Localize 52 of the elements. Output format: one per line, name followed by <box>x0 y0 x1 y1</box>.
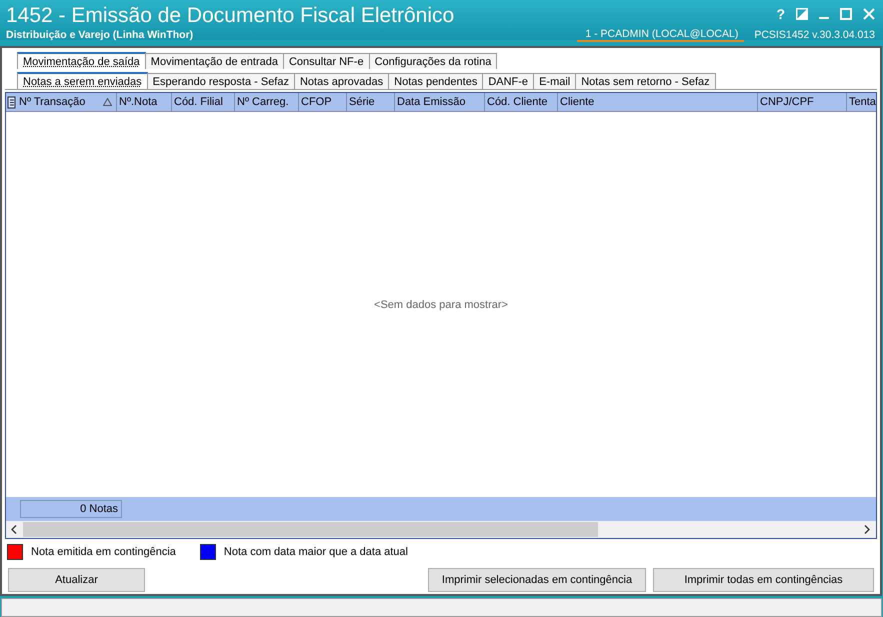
column-label: Data Emissão <box>397 96 466 108</box>
module-name: Distribuição e Varejo (Linha WinThor) <box>6 29 194 41</box>
close-icon[interactable] <box>863 8 875 20</box>
tab[interactable]: Movimentação de saída <box>17 52 146 69</box>
window-title: 1452 - Emissão de Documento Fiscal Eletrônico <box>6 4 454 28</box>
theme-icon[interactable] <box>796 8 808 20</box>
column-label: Nº Carreg. <box>237 96 289 108</box>
tab[interactable]: Notas pendentes <box>388 73 484 89</box>
column-label: Tenta <box>849 96 876 108</box>
tab[interactable]: DANF-e <box>482 73 534 89</box>
column-label: Cód. Cliente <box>487 96 548 108</box>
tab[interactable]: Esperando resposta - Sefaz <box>146 73 295 89</box>
version-label: PCSIS1452 v.30.3.04.013 <box>754 29 875 41</box>
column-label: Nº.Nota <box>119 96 158 108</box>
action-button[interactable]: Imprimir selecionadas em contingência <box>428 568 646 592</box>
column-label: Cód. Filial <box>174 96 223 108</box>
column-label: Cliente <box>560 96 594 108</box>
column-chooser-icon[interactable] <box>6 94 17 110</box>
legend-label: Nota emitida em contingência <box>31 546 176 558</box>
column-header[interactable]: Nº Carreg. <box>235 93 299 111</box>
scroll-right-icon[interactable] <box>864 525 870 534</box>
horizontal-scrollbar[interactable] <box>6 521 876 538</box>
column-header[interactable]: Nº.Nota <box>117 93 172 111</box>
scroll-left-icon[interactable] <box>11 525 17 534</box>
column-header[interactable]: Cód. Cliente <box>485 93 558 111</box>
legend-label: Nota com data maior que a data atual <box>224 546 408 558</box>
tab[interactable]: Notas sem retorno - Sefaz <box>575 73 716 89</box>
user-info: 1 - PCADMIN (LOCAL@LOCAL) <box>577 28 744 42</box>
column-header[interactable]: Série <box>347 93 395 111</box>
column-label: Nº Transação <box>19 96 86 108</box>
column-header[interactable]: Nº Transação <box>17 93 117 111</box>
tab[interactable]: Notas aprovadas <box>294 73 390 89</box>
tab[interactable]: Notas a serem enviadas <box>17 72 148 89</box>
column-header[interactable]: Data Emissão <box>395 93 485 111</box>
column-header[interactable]: Cliente <box>558 93 758 111</box>
action-button[interactable]: Imprimir todas em contingências <box>653 568 874 592</box>
record-count: 0 Notas <box>20 500 122 518</box>
tab[interactable]: Consultar NF-e <box>282 53 370 69</box>
tab[interactable]: Movimentação de entrada <box>144 53 284 69</box>
scroll-thumb[interactable] <box>23 522 598 537</box>
tab[interactable]: Configurações da rotina <box>368 53 498 69</box>
column-label: CFOP <box>301 96 332 108</box>
column-header[interactable]: Cód. Filial <box>172 93 235 111</box>
column-label: CNPJ/CPF <box>760 96 814 108</box>
action-button[interactable]: Atualizar <box>8 568 145 592</box>
column-header[interactable]: CFOP <box>299 93 347 111</box>
tab[interactable]: E-mail <box>533 73 576 89</box>
column-label: Série <box>349 96 375 108</box>
column-header[interactable]: Tenta <box>847 93 876 111</box>
empty-message: <Sem dados para mostrar> <box>374 298 508 310</box>
maximize-icon[interactable] <box>840 8 852 20</box>
column-header[interactable]: CNPJ/CPF <box>758 93 847 111</box>
